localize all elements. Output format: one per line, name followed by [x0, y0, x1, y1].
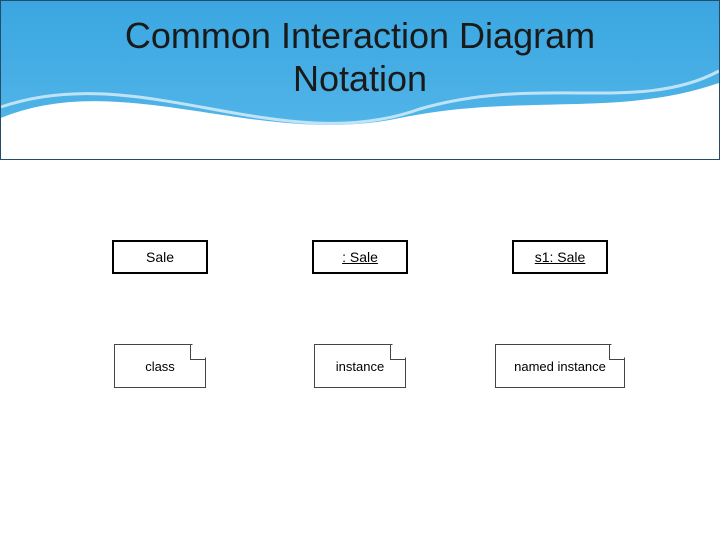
note-label: named instance: [514, 359, 606, 374]
note-fold-icon: [610, 345, 624, 359]
uml-box-named-instance: s1: Sale: [512, 240, 608, 274]
uml-box-label: s1: Sale: [535, 249, 586, 265]
diagram-content: Sale class : Sale instance s1: Sale name…: [0, 240, 720, 388]
note-class: class: [114, 344, 206, 388]
note-label: class: [145, 359, 175, 374]
uml-box-instance: : Sale: [312, 240, 408, 274]
note-label: instance: [336, 359, 384, 374]
slide-title: Common Interaction DiagramNotation: [0, 14, 720, 100]
note-fold-icon: [191, 345, 205, 359]
uml-box-label: : Sale: [342, 249, 378, 265]
note-instance: instance: [314, 344, 406, 388]
title-line1: Common Interaction DiagramNotation: [125, 15, 595, 99]
col-class: Sale class: [75, 240, 245, 388]
uml-box-label: Sale: [146, 249, 174, 265]
note-named-instance: named instance: [495, 344, 625, 388]
col-instance: : Sale instance: [275, 240, 445, 388]
uml-box-class: Sale: [112, 240, 208, 274]
col-named-instance: s1: Sale named instance: [475, 240, 645, 388]
note-fold-icon: [391, 345, 405, 359]
